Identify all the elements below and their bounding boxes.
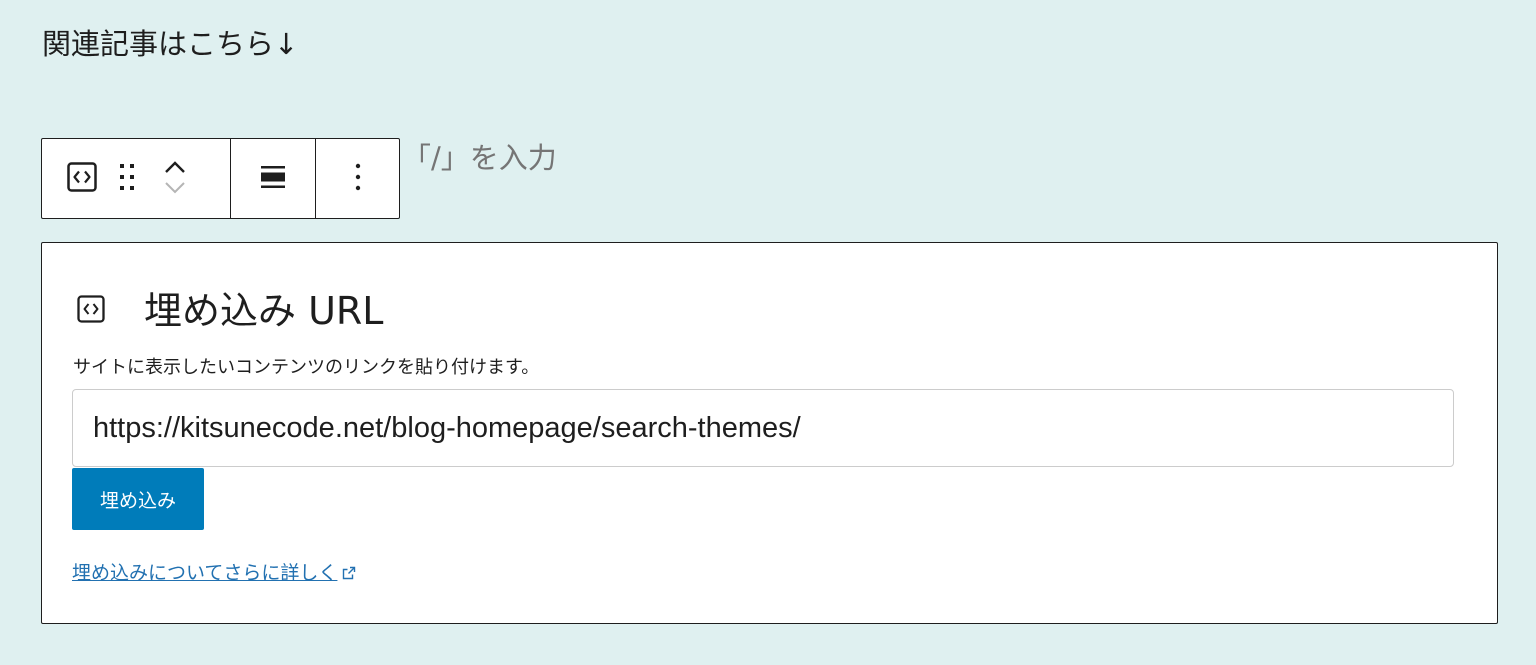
block-toolbar [41,138,400,219]
chevron-down-icon [164,180,186,199]
embed-url-input[interactable] [72,389,1454,467]
drag-button[interactable] [118,162,136,196]
more-vertical-icon [354,162,362,196]
toolbar-options-group [316,139,399,218]
embed-block: 埋め込み URL サイトに表示したいコンテンツのリンクを貼り付けます。 埋め込み… [41,242,1498,624]
embed-header: 埋め込み URL [76,285,383,337]
block-mover [164,159,186,199]
embed-description: サイトに表示したいコンテンツのリンクを貼り付けます。 [73,357,540,378]
drag-handle-icon [118,162,136,196]
embed-submit-button[interactable]: 埋め込み [72,468,204,530]
embed-title: 埋め込み URL [144,289,384,333]
options-button[interactable] [354,162,362,196]
chevron-up-icon [164,159,186,178]
embed-icon [66,161,98,197]
learn-more-link[interactable]: 埋め込みについてさらに詳しく [72,559,357,587]
move-down-button[interactable] [164,180,186,199]
block-type-button[interactable] [66,161,98,197]
toolbar-block-group [42,139,231,218]
align-wide-icon [260,164,286,194]
toolbar-align-group [231,139,316,218]
learn-more-label: 埋め込みについてさらに詳しく [72,562,338,584]
embed-icon [76,294,106,328]
paragraph-block[interactable]: 関連記事はこちら↓ [42,22,298,66]
align-button[interactable] [260,164,286,194]
move-up-button[interactable] [164,159,186,178]
block-placeholder[interactable]: 「/」を入力 [402,136,557,180]
external-link-icon [341,565,357,581]
